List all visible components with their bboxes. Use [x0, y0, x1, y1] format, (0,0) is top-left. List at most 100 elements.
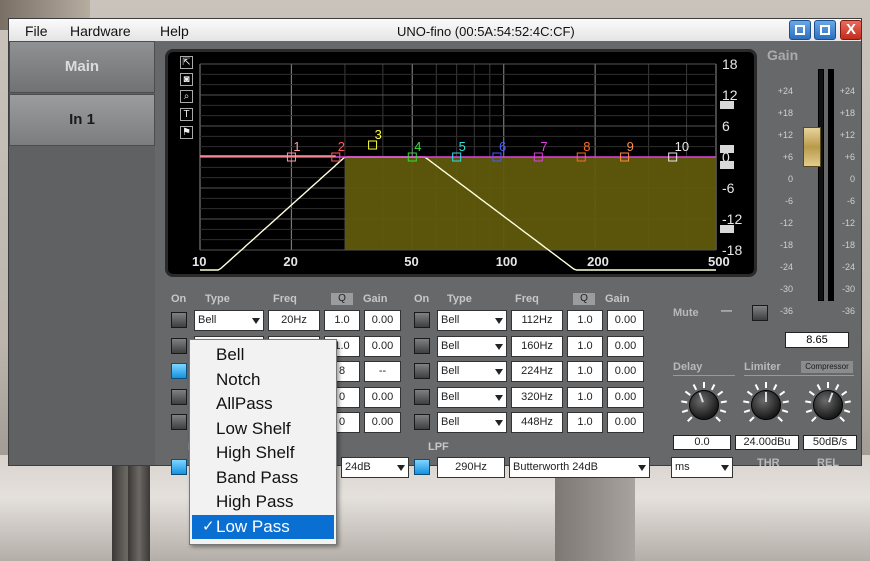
band-freq-input[interactable]: 448Hz — [511, 412, 563, 433]
compressor-button[interactable]: Compressor — [801, 361, 853, 373]
band-gain-input[interactable]: 0.00 — [364, 335, 401, 357]
x-axis-tick-label: 50 — [404, 254, 418, 269]
band-enable-checkbox[interactable] — [171, 363, 187, 379]
gain-fader-track[interactable] — [818, 69, 824, 301]
eq-graph[interactable]: 1 2 3 4 5 6 7 8 9 10 10 20 50 100 200 500 18 12 6 0 -6 -12 -18… — [165, 49, 757, 277]
zoom-icon[interactable]: ⌕ — [180, 90, 193, 103]
menu-help[interactable]: Help — [160, 23, 189, 39]
threshold-value[interactable]: 24.00dBu — [735, 435, 799, 450]
header-q: Q — [331, 293, 353, 305]
band-enable-checkbox[interactable] — [414, 363, 430, 379]
scroll-up-icon — [720, 161, 734, 169]
chevron-down-icon — [495, 369, 503, 375]
dropdown-option[interactable]: Band Pass — [192, 466, 334, 490]
dropdown-option[interactable]: ✓ Low Pass — [192, 514, 334, 539]
delay-knob[interactable] — [681, 382, 727, 428]
delay-label: Delay — [673, 361, 703, 373]
band-enable-checkbox[interactable] — [414, 388, 430, 405]
band-freq-input[interactable]: 20Hz — [268, 310, 320, 331]
band-gain-input[interactable]: 0.00 — [607, 335, 644, 357]
band-marker-label: 1 — [293, 139, 300, 154]
dropdown-option[interactable]: High Shelf — [192, 441, 334, 465]
band-gain-input[interactable]: 0.00 — [607, 412, 644, 433]
menu-file[interactable]: File — [25, 23, 48, 39]
band-gain-input[interactable]: -- — [364, 361, 401, 382]
lpf-enable-checkbox[interactable] — [414, 459, 430, 475]
header-q: Q — [573, 293, 595, 305]
band-type-select[interactable]: Bell — [437, 310, 507, 331]
flag-tool-icon[interactable]: ⚑ — [180, 126, 193, 139]
band-q-input[interactable]: 1.0 — [567, 361, 603, 382]
knob-tick — [710, 384, 716, 391]
x-axis-tick-label: 20 — [283, 254, 297, 269]
band-gain-input[interactable]: 0.00 — [607, 310, 644, 331]
delay-value[interactable]: 0.0 — [673, 435, 731, 450]
band-gain-input[interactable]: 0.00 — [364, 412, 401, 433]
band-q-input[interactable]: 1.0 — [567, 386, 603, 408]
band-enable-checkbox[interactable] — [414, 312, 430, 328]
x-axis-tick-label: 200 — [587, 254, 609, 269]
dropdown-option[interactable]: Bell — [192, 343, 334, 367]
band-type-value: Bell — [441, 416, 460, 428]
gain-label: Gain — [767, 47, 799, 63]
close-button[interactable]: X — [840, 20, 862, 40]
sidebar-item-main[interactable]: Main — [9, 41, 155, 93]
hpf-enable-checkbox[interactable] — [171, 459, 187, 475]
hpf-slope-select[interactable]: 24dB — [341, 457, 409, 478]
text-tool-icon[interactable]: T — [180, 108, 193, 121]
knob-tick — [719, 409, 727, 414]
gain-scale-label: -30 — [841, 284, 855, 294]
band-enable-checkbox[interactable] — [414, 337, 430, 354]
band-type-select[interactable]: Bell — [194, 310, 264, 331]
select-tool-icon[interactable]: ⇱ — [180, 56, 193, 69]
lpf-slope-select[interactable]: Butterworth 24dB — [509, 457, 650, 478]
knob-tick — [743, 400, 750, 404]
band-type-select[interactable]: Bell — [437, 335, 507, 357]
lpf-freq-input[interactable]: 290Hz — [437, 457, 505, 478]
dropdown-option[interactable]: Low Shelf — [192, 417, 334, 441]
app-window: File Hardware Help UNO-fino (00:5A:54:52… — [8, 18, 862, 478]
restore-window-button[interactable] — [789, 20, 811, 40]
sidebar-item-in-1[interactable]: In 1 — [9, 94, 155, 146]
band-freq-input[interactable]: 112Hz — [511, 310, 563, 331]
band-gain-input[interactable]: 0.00 — [607, 386, 644, 408]
band-enable-checkbox[interactable] — [171, 312, 187, 328]
band-type-select[interactable]: Bell — [437, 386, 507, 408]
band-gain-input[interactable]: 0.00 — [607, 361, 644, 382]
band-enable-checkbox[interactable] — [414, 414, 430, 430]
band-type-value: Bell — [441, 390, 460, 403]
menu-hardware[interactable]: Hardware — [70, 23, 131, 39]
band-q-input[interactable]: 1.0 — [567, 310, 603, 331]
header-on: On — [414, 293, 430, 305]
edit-window-button[interactable] — [814, 20, 836, 40]
knob-tick — [765, 382, 767, 388]
knob-tick — [687, 416, 693, 422]
band-enable-checkbox[interactable] — [171, 414, 187, 430]
band-gain-input[interactable]: 0.00 — [364, 310, 401, 331]
release-knob[interactable] — [805, 382, 851, 428]
band-freq-input[interactable]: 320Hz — [511, 386, 563, 408]
dropdown-option[interactable]: High Pass — [192, 490, 334, 514]
dropdown-option[interactable]: Notch — [192, 368, 334, 392]
threshold-knob[interactable] — [743, 382, 789, 428]
delay-unit-select[interactable]: ms — [671, 457, 733, 478]
band-type-select[interactable]: Bell — [437, 361, 507, 382]
band-enable-checkbox[interactable] — [171, 337, 187, 354]
band-q-input[interactable]: 1.0 — [567, 335, 603, 357]
dropdown-option[interactable]: AllPass — [192, 392, 334, 416]
gain-fader-handle[interactable] — [803, 127, 821, 167]
knob-tick — [843, 409, 851, 414]
release-value[interactable]: 50dB/s — [803, 435, 857, 450]
band-gain-input[interactable]: 0.00 — [364, 386, 401, 408]
band-q-input[interactable]: 1.0 — [324, 310, 360, 331]
band-freq-input[interactable]: 160Hz — [511, 335, 563, 357]
band-freq-input[interactable]: 224Hz — [511, 361, 563, 382]
header-on: On — [171, 293, 187, 305]
band-q-input[interactable]: 1.0 — [567, 412, 603, 433]
filter-type-dropdown: Bell Notch AllPass Low Shelf High Shelf Band … — [189, 339, 337, 545]
camera-icon[interactable]: ◙ — [180, 73, 193, 86]
band-type-select[interactable]: Bell — [437, 412, 507, 433]
band-enable-checkbox[interactable] — [171, 388, 187, 405]
gain-value[interactable]: 8.65 — [785, 332, 849, 348]
mute-checkbox[interactable] — [752, 305, 768, 321]
